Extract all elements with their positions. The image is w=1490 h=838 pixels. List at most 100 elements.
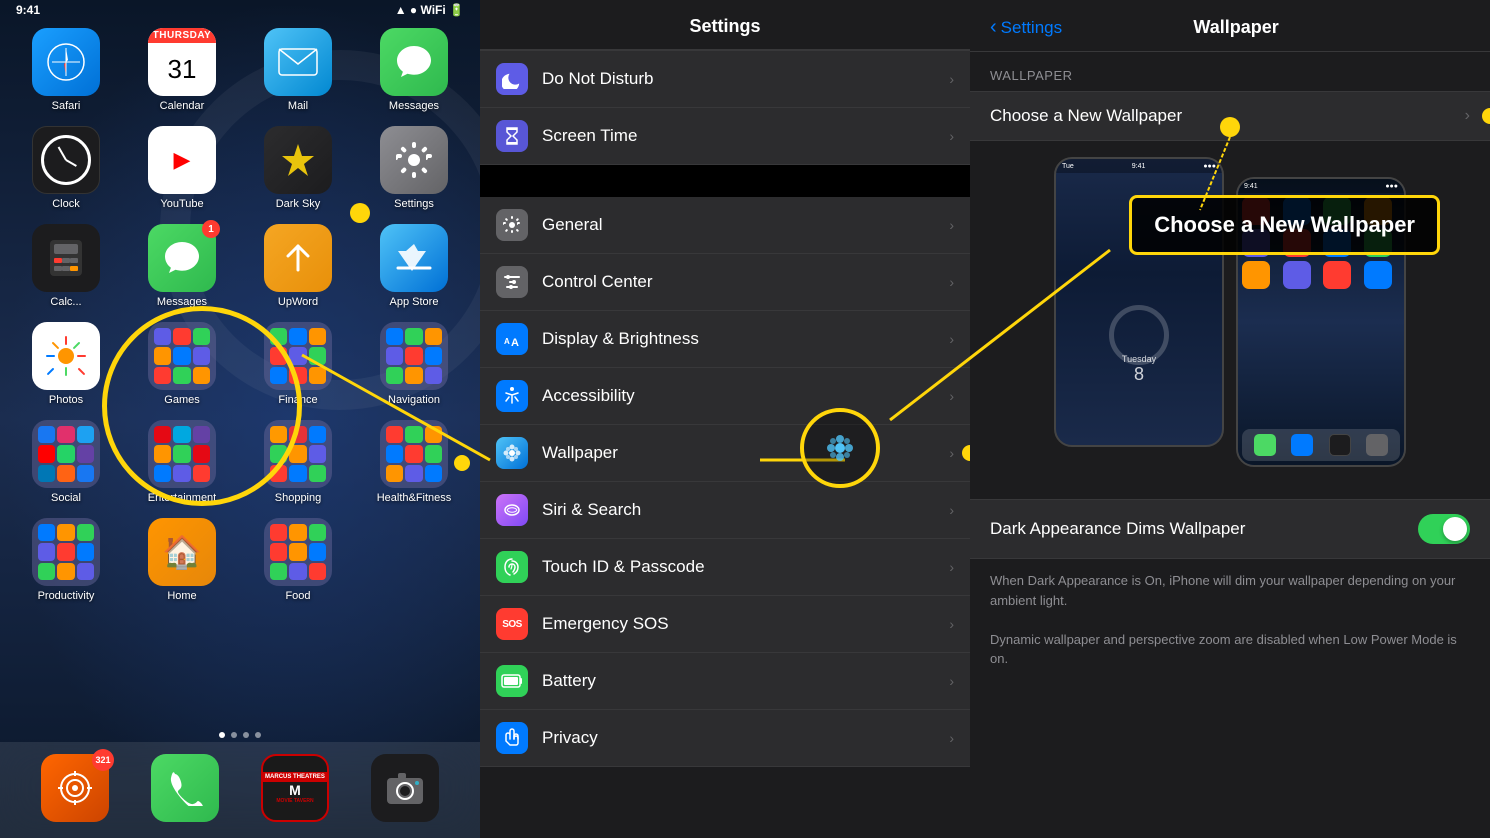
settings-item-display-brightness[interactable]: A A Display & Brightness ›	[480, 311, 970, 368]
messages-badge: 1	[202, 220, 220, 238]
settings-item-battery[interactable]: Battery ›	[480, 653, 970, 710]
marcus-top-text: MARCUS THEATRES	[263, 772, 327, 782]
chevron-icon: ›	[949, 388, 954, 404]
app-youtube[interactable]: ▶ YouTube	[128, 126, 236, 210]
settings-item-general[interactable]: General ›	[480, 197, 970, 254]
clock-icon-bg	[32, 126, 100, 194]
overcast-badge: 321	[92, 749, 114, 771]
app-entertainment[interactable]: Entertainment	[128, 420, 236, 504]
settings-item-touch-id[interactable]: Touch ID & Passcode ›	[480, 539, 970, 596]
settings-item-accessibility[interactable]: Accessibility ›	[480, 368, 970, 425]
marcus-bot-text: MOVIE TAVERN	[276, 798, 313, 804]
settings-icon-bg	[380, 126, 448, 194]
settings-item-screen-time[interactable]: Screen Time ›	[480, 108, 970, 165]
app-photos[interactable]: Photos	[12, 322, 120, 406]
settings-item-control-center[interactable]: Control Center ›	[480, 254, 970, 311]
battery-label: Battery	[542, 671, 949, 691]
food-label: Food	[285, 590, 310, 602]
wallpaper-description: When Dark Appearance is On, iPhone will …	[970, 559, 1490, 681]
shopping-folder-icon	[264, 420, 332, 488]
status-indicators: ▲ ● WiFi 🔋	[395, 3, 464, 17]
dock: 321 MARCUS THEATRES M MOVIE TAVERN	[0, 742, 480, 838]
upword-label: UpWord	[278, 296, 318, 308]
app-food[interactable]: Food	[244, 518, 352, 602]
app-safari[interactable]: Safari	[12, 28, 120, 112]
wallpaper-panel: ‹ Settings Wallpaper WALLPAPER Choose a …	[970, 0, 1490, 838]
svg-text:A: A	[504, 337, 510, 346]
wallpaper-label: Wallpaper	[542, 443, 949, 463]
app-appstore[interactable]: App Store	[360, 224, 468, 308]
app-clock[interactable]: Clock	[12, 126, 120, 210]
dock-overcast[interactable]: 321	[41, 754, 109, 826]
flowers-wallpaper-icon	[496, 437, 528, 469]
app-messages[interactable]: Messages	[360, 28, 468, 112]
settings-item-siri-search[interactable]: Siri & Search ›	[480, 482, 970, 539]
social-label: Social	[51, 492, 81, 504]
app-calculator[interactable]: Calc...	[12, 224, 120, 308]
app-productivity[interactable]: Productivity	[12, 518, 120, 602]
app-calendar[interactable]: Thursday 31 Calendar	[128, 28, 236, 112]
app-healthfitness[interactable]: Health&Fitness	[360, 420, 468, 504]
chevron-icon: ›	[949, 502, 954, 518]
overcast-icon-bg: 321	[41, 754, 109, 822]
chevron-icon: ›	[949, 673, 954, 689]
food-folder-icon	[264, 518, 332, 586]
settings-separator	[480, 165, 970, 197]
calculator-icon-bg	[32, 224, 100, 292]
app-social[interactable]: Social	[12, 420, 120, 504]
navigation-label: Navigation	[388, 394, 440, 406]
status-bar: 9:41 ▲ ● WiFi 🔋	[0, 0, 480, 20]
callout-box: Choose a New Wallpaper	[1129, 195, 1440, 255]
app-settings[interactable]: Settings	[360, 126, 468, 210]
chevron-icon: ›	[949, 71, 954, 87]
general-label: General	[542, 215, 949, 235]
app-darksky[interactable]: Dark Sky	[244, 126, 352, 210]
youtube-icon-bg: ▶	[148, 126, 216, 194]
dark-appearance-toggle[interactable]	[1418, 514, 1470, 544]
mail-icon-bg	[264, 28, 332, 96]
choose-wallpaper-row[interactable]: Choose a New Wallpaper ›	[970, 91, 1490, 141]
settings-label: Settings	[394, 198, 434, 210]
chevron-icon: ›	[949, 331, 954, 347]
touch-id-label: Touch ID & Passcode	[542, 557, 949, 577]
app-games[interactable]: Games	[128, 322, 236, 406]
app-finance[interactable]: Finance	[244, 322, 352, 406]
settings-item-privacy[interactable]: Privacy ›	[480, 710, 970, 767]
entertainment-folder-icon	[148, 420, 216, 488]
settings-item-do-not-disturb[interactable]: Do Not Disturb ›	[480, 50, 970, 108]
productivity-folder-icon	[32, 518, 100, 586]
moon-icon	[496, 63, 528, 95]
settings-item-emergency-sos[interactable]: SOS Emergency SOS ›	[480, 596, 970, 653]
wallpaper-yellow-dot	[962, 445, 970, 461]
app-shopping[interactable]: Shopping	[244, 420, 352, 504]
wallpaper-previews: Tue9:41●●● Tuesday8 9:41●●●	[970, 141, 1490, 483]
app-upword[interactable]: UpWord	[244, 224, 352, 308]
app-navigation[interactable]: Navigation	[360, 322, 468, 406]
photos-label: Photos	[49, 394, 83, 406]
hourglass-icon	[496, 120, 528, 152]
games-label: Games	[164, 394, 199, 406]
app-mail[interactable]: Mail	[244, 28, 352, 112]
entertainment-label: Entertainment	[148, 492, 216, 504]
dock-marcus[interactable]: MARCUS THEATRES M MOVIE TAVERN	[261, 754, 329, 826]
wp-home-status: 9:41●●●	[1238, 179, 1404, 193]
games-folder-icon	[148, 322, 216, 390]
control-center-label: Control Center	[542, 272, 949, 292]
chevron-icon: ›	[949, 730, 954, 746]
app-home[interactable]: 🏠 Home	[128, 518, 236, 602]
settings-item-wallpaper[interactable]: Wallpaper ›	[480, 425, 970, 482]
app-grid: Safari Thursday 31 Calendar Mail	[0, 20, 480, 610]
messages2-label: Messages	[157, 296, 207, 308]
page-dots	[0, 732, 480, 738]
fingerprint-icon	[496, 551, 528, 583]
healthfitness-label: Health&Fitness	[377, 492, 452, 504]
back-button[interactable]: ‹ Settings	[990, 16, 1062, 39]
hand-icon	[496, 722, 528, 754]
dock-phone[interactable]	[151, 754, 219, 826]
app-messages2[interactable]: 1 Messages	[128, 224, 236, 308]
social-folder-icon	[32, 420, 100, 488]
settings-list: Do Not Disturb › Screen Time ›	[480, 50, 970, 838]
siri-icon	[496, 494, 528, 526]
camera-icon-bg	[371, 754, 439, 822]
dock-camera[interactable]	[371, 754, 439, 826]
